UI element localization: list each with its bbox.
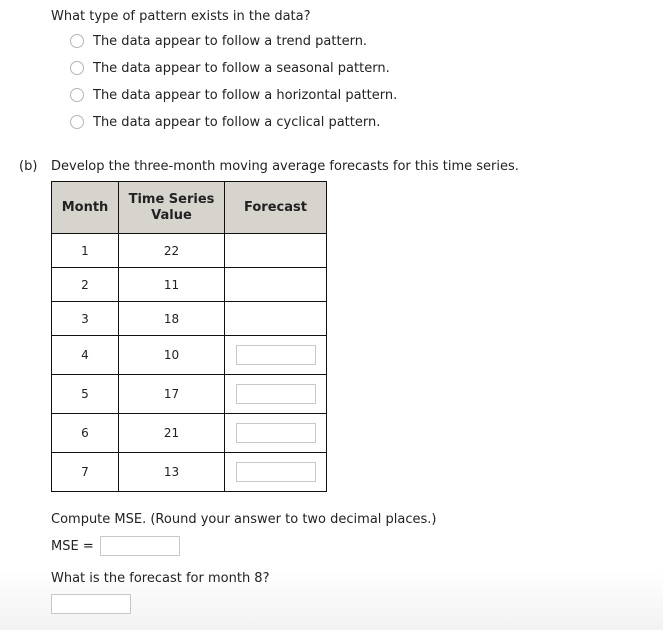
option-cyclical[interactable]: The data appear to follow a cyclical pat… — [70, 113, 380, 131]
part-label: (b) — [19, 159, 38, 174]
month-cell: 5 — [51, 374, 119, 414]
forecast-input-month-4[interactable] — [235, 345, 316, 365]
forecast-input-month-6[interactable] — [235, 423, 316, 443]
header-month: Month — [51, 181, 119, 234]
header-forecast: Forecast — [224, 181, 327, 234]
time-series-table: Month Time Series Value Forecast 1 22 2 … — [51, 181, 327, 492]
part-b-heading: (b) Develop the three-month moving averag… — [19, 159, 519, 174]
mse-prompt: Compute MSE. (Round your answer to two d… — [51, 512, 437, 527]
mse-label: MSE = — [51, 538, 94, 554]
table-row: 6 21 — [51, 413, 327, 453]
forecast-cell — [224, 452, 327, 492]
month-cell: 6 — [51, 413, 119, 453]
forecast-cell — [224, 374, 327, 414]
table-header-row: Month Time Series Value Forecast — [51, 181, 327, 234]
value-cell: 21 — [118, 413, 225, 453]
month-cell: 7 — [51, 452, 119, 492]
option-label: The data appear to follow a trend patter… — [93, 33, 368, 49]
option-label: The data appear to follow a horizontal p… — [93, 87, 398, 103]
option-trend[interactable]: The data appear to follow a trend patter… — [70, 32, 367, 50]
option-seasonal[interactable]: The data appear to follow a seasonal pat… — [70, 59, 390, 77]
header-value-line1: Time Series — [128, 191, 215, 207]
forecast-cell-empty — [224, 301, 327, 336]
part-b-instruction: Develop the three-month moving average f… — [51, 159, 519, 174]
month-cell: 3 — [51, 301, 119, 336]
radio-button[interactable] — [70, 88, 84, 102]
pattern-question: What type of pattern exists in the data? — [51, 9, 311, 24]
value-cell: 18 — [118, 301, 225, 336]
radio-button[interactable] — [70, 61, 84, 75]
mse-row: MSE = — [51, 536, 180, 556]
value-cell: 11 — [118, 267, 225, 302]
value-cell: 13 — [118, 452, 225, 492]
mse-input[interactable] — [99, 536, 180, 556]
month-cell: 1 — [51, 233, 119, 268]
forecast-cell-empty — [224, 267, 327, 302]
table-row: 5 17 — [51, 374, 327, 414]
table-row: 4 10 — [51, 335, 327, 375]
table-row: 1 22 — [51, 233, 327, 268]
month-cell: 2 — [51, 267, 119, 302]
forecast-cell — [224, 335, 327, 375]
forecast-cell-empty — [224, 233, 327, 268]
forecast-input-month-7[interactable] — [235, 462, 316, 482]
month-8-row — [51, 594, 131, 614]
table-row: 3 18 — [51, 301, 327, 336]
forecast-cell — [224, 413, 327, 453]
radio-button[interactable] — [70, 115, 84, 129]
radio-button[interactable] — [70, 34, 84, 48]
header-value-line2: Value — [151, 207, 192, 223]
value-cell: 10 — [118, 335, 225, 375]
value-cell: 17 — [118, 374, 225, 414]
option-horizontal[interactable]: The data appear to follow a horizontal p… — [70, 86, 397, 104]
table-row: 2 11 — [51, 267, 327, 302]
header-value: Time Series Value — [118, 181, 225, 234]
option-label: The data appear to follow a seasonal pat… — [93, 60, 390, 76]
value-cell: 22 — [118, 233, 225, 268]
option-label: The data appear to follow a cyclical pat… — [93, 114, 381, 130]
month-8-forecast-input[interactable] — [51, 594, 131, 614]
table-row: 7 13 — [51, 452, 327, 492]
month-8-prompt: What is the forecast for month 8? — [51, 571, 270, 586]
month-cell: 4 — [51, 335, 119, 375]
forecast-input-month-5[interactable] — [235, 384, 316, 404]
